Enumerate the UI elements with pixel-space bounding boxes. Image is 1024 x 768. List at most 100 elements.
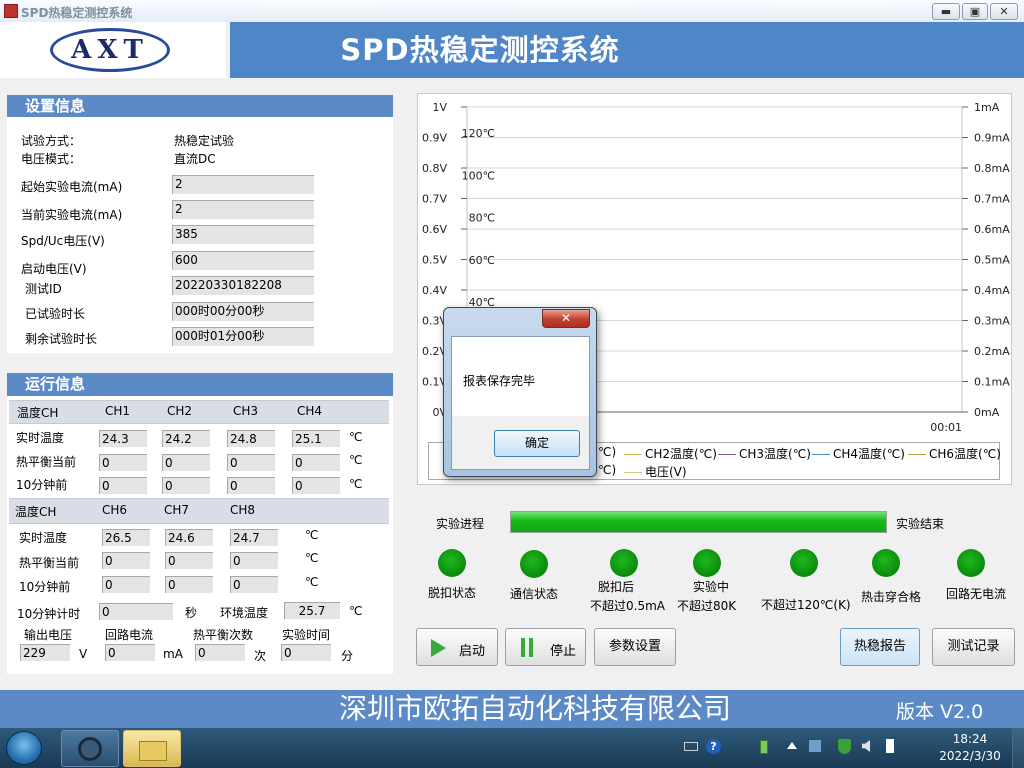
balance-count-label: 热平衡次数	[193, 628, 254, 642]
legend-ch6: CH6温度(℃)	[908, 445, 1001, 462]
ten-min-label-2: 10分钟前	[19, 580, 71, 594]
ten-min-unit-2: ℃	[305, 575, 319, 589]
ch4-ten-min: 0	[291, 476, 341, 495]
current-current-label: 当前实验电流(mA)	[21, 208, 123, 222]
remaining-field[interactable]: 000时01分00秒	[171, 326, 315, 347]
start-button[interactable]: 启动	[416, 628, 498, 666]
led-trip-status	[438, 549, 466, 577]
ch2-realtime: 24.2	[161, 429, 211, 448]
legend-swatch-voltage	[624, 472, 642, 473]
ten-min-label-1: 10分钟前	[16, 478, 68, 492]
logo-text: AXT	[71, 35, 149, 65]
start-orb[interactable]	[6, 731, 42, 765]
y-right-tick-label: 1mA	[974, 101, 1000, 114]
ch7-realtime: 24.6	[164, 528, 214, 547]
ch1-ten-min: 0	[98, 476, 148, 495]
play-icon	[431, 639, 446, 657]
app-title: SPD热稳定测控系统	[340, 33, 620, 67]
ambient-label: 环境温度	[220, 606, 269, 620]
loop-current-label: 回路电流	[105, 628, 154, 642]
ch8-header: CH8	[230, 503, 256, 517]
start-current-label: 起始实验电流(mA)	[21, 180, 123, 194]
test-id-label: 测试ID	[25, 282, 62, 296]
led-breakdown-pass	[872, 549, 900, 577]
tray-network-icon[interactable]	[808, 739, 822, 753]
ch6-balance: 0	[101, 551, 151, 570]
start-current-field[interactable]: 2	[171, 174, 315, 195]
ch8-balance: 0	[229, 551, 279, 570]
ambient-unit: ℃	[349, 604, 363, 618]
ten-min-unit-1: ℃	[349, 477, 363, 491]
tray-flag-icon[interactable]	[886, 739, 898, 753]
tray-clock[interactable]: 18:24 2022/3/30	[932, 731, 1008, 765]
y-right-tick-label: 0.1mA	[974, 376, 1010, 389]
show-desktop-button[interactable]	[1012, 728, 1024, 768]
tray-help-icon[interactable]: ?	[706, 739, 721, 754]
legend-voltage: 电压(V)	[624, 463, 687, 480]
timer-label: 10分钟计时	[17, 607, 81, 621]
ambient-field: 25.7	[283, 601, 341, 620]
test-id-field[interactable]: 20220330182208	[171, 275, 315, 296]
taskbar-app-explorer[interactable]	[123, 730, 181, 767]
channel-header-row-2	[9, 498, 389, 524]
tray-keyboard-icon[interactable]	[684, 742, 698, 751]
loop-current-unit: mA	[163, 647, 183, 661]
ch8-ten-min: 0	[229, 575, 279, 594]
tray-expand-icon[interactable]	[787, 742, 797, 749]
window-titlebar[interactable]: SPD热稳定测控系统 ▬ ▣ ✕	[0, 0, 1024, 22]
progress-bar	[510, 511, 887, 533]
y-right-tick-label: 0.6mA	[974, 223, 1010, 236]
timer-field: 0	[98, 602, 174, 621]
uc-voltage-field[interactable]: 385	[171, 224, 315, 245]
legend-ch4: CH4温度(℃)	[812, 445, 905, 462]
legend-swatch-ch6	[908, 454, 926, 455]
realtime-temp-label-1: 实时温度	[16, 431, 65, 445]
version-label: 版本 V2.0	[896, 701, 984, 723]
stop-button[interactable]: 停止	[505, 628, 586, 666]
y-left-tick-label: 0.9V	[422, 132, 447, 145]
legend-voltage-label: 电压(V)	[645, 465, 687, 479]
ch4-header: CH4	[297, 404, 323, 418]
tray-shield-icon[interactable]	[838, 739, 851, 754]
realtime-unit-2: ℃	[305, 528, 319, 542]
ch3-ten-min: 0	[226, 476, 276, 495]
dialog-message: 报表保存完毕	[463, 374, 536, 388]
current-current-field[interactable]: 2	[171, 199, 315, 220]
params-button[interactable]: 参数设置	[594, 628, 676, 666]
taskbar: ? 18:24 2022/3/30	[0, 728, 1024, 768]
balance-current-label-1: 热平衡当前	[16, 455, 77, 469]
during-test-label: 实验中	[693, 580, 730, 594]
balance-count-unit: 次	[254, 649, 267, 663]
post-trip-label: 脱扣后	[598, 580, 635, 594]
progress-fill	[511, 512, 886, 532]
legend-ch2-label: CH2温度(℃)	[645, 447, 717, 461]
y-left-tick-label: 0.8V	[422, 162, 447, 175]
taskbar-app-gauge[interactable]	[61, 730, 119, 767]
clock-date: 2022/3/30	[939, 749, 1001, 763]
records-button[interactable]: 测试记录	[932, 628, 1015, 666]
ch2-balance: 0	[161, 453, 211, 472]
led-max-120	[790, 549, 818, 577]
minimize-button[interactable]: ▬	[932, 3, 960, 20]
start-voltage-field[interactable]: 600	[171, 250, 315, 271]
tray-volume-icon[interactable]	[862, 740, 870, 752]
legend-ch4-label: CH4温度(℃)	[833, 447, 905, 461]
ch6-ten-min: 0	[101, 575, 151, 594]
y-left-tick-label: 1V	[432, 101, 447, 114]
dialog-ok-button[interactable]: 确定	[494, 430, 580, 457]
during-test-limit: 不超过80K	[677, 599, 737, 613]
ch1-realtime: 24.3	[98, 429, 148, 448]
message-dialog: ✕ 报表保存完毕 确定	[443, 307, 597, 477]
close-button[interactable]: ✕	[990, 3, 1018, 20]
no-loop-current-label: 回路无电流	[946, 587, 1007, 601]
y-left-tick-label: 0.7V	[422, 193, 447, 206]
report-button[interactable]: 热稳报告	[840, 628, 920, 666]
ch4-realtime: 25.1	[291, 429, 341, 448]
test-time-label: 实验时间	[282, 628, 331, 642]
dialog-close-button[interactable]: ✕	[542, 309, 590, 328]
gauge-icon	[78, 737, 102, 761]
tray-battery-icon[interactable]	[760, 740, 768, 754]
y-left-tick-label: 0.4V	[422, 284, 447, 297]
restore-button[interactable]: ▣	[962, 3, 988, 20]
elapsed-field[interactable]: 000时00分00秒	[171, 301, 315, 322]
